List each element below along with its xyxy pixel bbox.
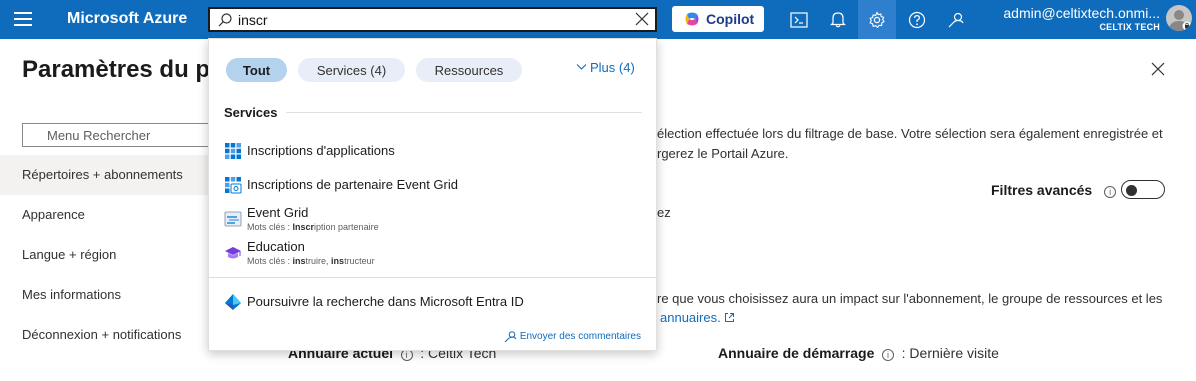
result-keywords: Mots clés : instruire, instructeur bbox=[247, 256, 375, 266]
account-email: admin@celtixtech.onmi... bbox=[1003, 5, 1160, 21]
nav-item-my-information[interactable]: Mes informations bbox=[0, 275, 208, 315]
startup-directory: Annuaire de démarrage i : Dernière visit… bbox=[718, 345, 999, 361]
search-icon bbox=[218, 13, 232, 27]
menu-search-input[interactable]: Menu Rechercher bbox=[22, 123, 212, 147]
copilot-icon bbox=[685, 12, 699, 26]
account-tenant: CELTIX TECH bbox=[1099, 22, 1160, 32]
description-line-1: élection effectuée lors du filtrage de b… bbox=[657, 126, 1163, 141]
result-title: Inscriptions de partenaire Event Grid bbox=[247, 177, 458, 192]
description-line-2: rgerez le Portail Azure. bbox=[657, 146, 789, 161]
copilot-label: Copilot bbox=[706, 11, 755, 27]
close-icon[interactable] bbox=[1151, 62, 1165, 76]
help-button[interactable] bbox=[898, 0, 936, 39]
filter-pill-all[interactable]: Tout bbox=[226, 58, 287, 82]
copilot-button[interactable]: Copilot bbox=[672, 6, 764, 32]
global-search-input[interactable] bbox=[238, 10, 628, 29]
description-line-3: ez bbox=[657, 205, 671, 220]
search-in-entra-id[interactable]: Poursuivre la recherche dans Microsoft E… bbox=[209, 289, 656, 315]
cloud-shell-icon bbox=[790, 11, 808, 28]
result-title: Event Grid bbox=[247, 205, 309, 220]
help-icon bbox=[908, 11, 926, 28]
startup-directory-value: : Dernière visite bbox=[901, 345, 999, 361]
nav-item-language-region[interactable]: Langue + région bbox=[0, 235, 208, 275]
clear-search-icon[interactable] bbox=[635, 12, 649, 26]
event-grid-icon bbox=[224, 211, 242, 227]
section-divider bbox=[209, 277, 656, 278]
filter-pill-resources[interactable]: Ressources bbox=[416, 58, 522, 82]
info-icon[interactable]: i bbox=[1104, 186, 1117, 198]
result-education[interactable]: Education Mots clés : instruire, instruc… bbox=[209, 238, 656, 270]
directories-link[interactable]: annuaires. bbox=[660, 310, 721, 325]
filter-pill-services[interactable]: Services (4) bbox=[298, 58, 405, 82]
entra-id-icon bbox=[225, 294, 241, 310]
external-link-icon[interactable] bbox=[724, 312, 735, 323]
bell-icon bbox=[830, 12, 846, 28]
feedback-icon bbox=[948, 12, 964, 27]
advanced-filters-toggle[interactable] bbox=[1121, 180, 1165, 199]
notifications-button[interactable] bbox=[819, 0, 857, 39]
feedback-button[interactable] bbox=[937, 0, 975, 39]
education-icon bbox=[225, 247, 241, 259]
result-title: Inscriptions d'applications bbox=[247, 143, 395, 158]
menu-icon[interactable] bbox=[14, 12, 32, 26]
info-icon[interactable]: i bbox=[882, 349, 895, 361]
cloud-shell-button[interactable] bbox=[780, 0, 818, 39]
advanced-filters-text: Filtres avancés bbox=[991, 182, 1093, 198]
global-search-box[interactable] bbox=[208, 7, 657, 32]
user-avatar-icon bbox=[1169, 10, 1192, 31]
description-line-4: re que vous choisissez aura un impact su… bbox=[657, 291, 1163, 306]
nav-item-signout-notifications[interactable]: Déconnexion + notifications bbox=[0, 315, 208, 355]
entra-search-label: Poursuivre la recherche dans Microsoft E… bbox=[247, 294, 524, 309]
send-feedback-link[interactable]: Envoyer des commentaires bbox=[504, 330, 641, 343]
feedback-icon bbox=[504, 331, 517, 343]
section-divider bbox=[286, 112, 642, 113]
chevron-down-icon bbox=[576, 64, 587, 70]
advanced-filters-label: Filtres avancés i bbox=[991, 182, 1117, 198]
avatar[interactable] bbox=[1166, 5, 1192, 31]
account-menu[interactable]: admin@celtixtech.onmi... CELTIX TECH bbox=[1003, 5, 1160, 32]
nav-item-appearance[interactable]: Apparence bbox=[0, 195, 208, 235]
result-event-grid[interactable]: Event Grid Mots clés : Inscription parte… bbox=[209, 204, 656, 236]
result-title: Education bbox=[247, 239, 305, 254]
app-registrations-icon bbox=[225, 143, 241, 159]
settings-button[interactable] bbox=[858, 0, 896, 39]
startup-directory-label: Annuaire de démarrage bbox=[718, 345, 875, 361]
result-partner-registrations[interactable]: Inscriptions de partenaire Event Grid bbox=[209, 170, 656, 198]
services-section-title: Services bbox=[224, 105, 278, 120]
nav-item-directories[interactable]: Répertoires + abonnements bbox=[0, 155, 208, 195]
more-filters-button[interactable]: Plus (4) bbox=[576, 60, 635, 75]
more-filters-label: Plus (4) bbox=[590, 60, 635, 75]
send-feedback-label: Envoyer des commentaires bbox=[519, 331, 641, 342]
partner-registration-icon bbox=[225, 177, 242, 194]
brand-title[interactable]: Microsoft Azure bbox=[67, 10, 187, 28]
gear-icon bbox=[869, 10, 885, 28]
result-keywords: Mots clés : Inscription partenaire bbox=[247, 222, 379, 232]
directories-link-line: annuaires. bbox=[660, 310, 735, 325]
result-app-registrations[interactable]: Inscriptions d'applications bbox=[209, 136, 656, 164]
page-title: Paramètres du p bbox=[22, 56, 211, 83]
top-bar: Microsoft Azure Copilot bbox=[0, 0, 1196, 39]
search-results-dropdown: Tout Services (4) Ressources Plus (4) Se… bbox=[208, 38, 657, 351]
